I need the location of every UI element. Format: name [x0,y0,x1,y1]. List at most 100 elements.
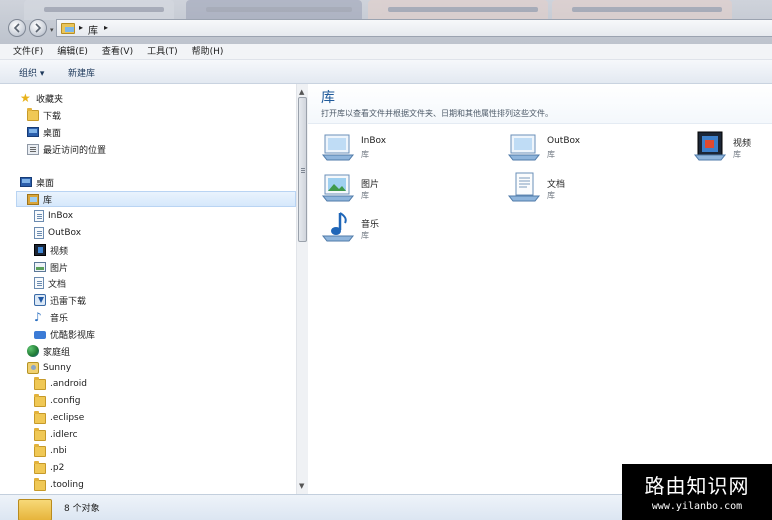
library-item-inbox[interactable]: InBox 库 [321,129,501,165]
nav-lib-music[interactable]: ♪ 音乐 [34,309,68,325]
library-item-documents[interactable]: 文档 库 [507,170,687,206]
menu-tools[interactable]: 工具(T) [147,44,178,59]
nav-folder-idlerc[interactable]: .idlerc [34,427,78,443]
folder-icon [34,376,46,390]
background-tab [368,0,548,20]
nav-lib-youku[interactable]: 优酷影视库 [34,326,95,342]
download-icon [34,294,46,306]
arrow-right-icon [35,23,42,33]
library-item-name: OutBox [547,136,581,146]
background-tab [24,0,174,20]
library-item-kind: 库 [361,150,369,159]
nav-downloads[interactable]: 下载 [27,107,61,123]
nav-lib-videos[interactable]: 视频 [34,242,68,258]
menu-help[interactable]: 帮助(H) [192,44,224,59]
nav-fav-desktop[interactable]: 桌面 [27,124,61,140]
folder-icon [34,477,46,491]
nav-desktop[interactable]: 桌面 [20,174,54,190]
library-item-kind: 库 [361,191,369,200]
nav-folder-android[interactable]: .android [34,376,87,392]
watermark-title: 路由知识网 [644,474,750,498]
navigation-pane: ★ 收藏夹 下载 桌面 最近访问的位置 桌面 库 InBox OutBox 视频 … [0,84,296,494]
nav-lib-documents[interactable]: 文档 [34,275,66,291]
folder-icon [34,443,46,457]
breadcrumb-arrow-icon[interactable]: ▸ [79,23,83,32]
nav-user-sunny[interactable]: Sunny [27,360,71,376]
breadcrumb-arrow-icon[interactable]: ▸ [104,23,108,32]
desktop-icon [27,127,39,137]
arrow-left-icon [13,23,20,33]
library-item-videos[interactable]: 视频 库 [693,129,772,165]
nav-label: .config [50,396,81,406]
nav-label: 文档 [48,279,67,290]
nav-label: 桌面 [36,178,55,189]
scrollbar-thumb[interactable] [298,97,307,242]
nav-folder-eclipse[interactable]: .eclipse [34,410,84,426]
nav-folder-nbi[interactable]: .nbi [34,443,67,459]
nav-lib-thunder-downloads[interactable]: 迅雷下载 [34,292,86,308]
nav-homegroup[interactable]: 家庭组 [27,343,70,359]
library-item-name: 文档 [547,180,566,190]
scroll-up-icon[interactable]: ▲ [299,88,304,96]
nav-lib-outbox[interactable]: OutBox [34,225,81,241]
library-icon [27,193,39,205]
music-note-icon: ♪ [34,310,42,324]
breadcrumb-library[interactable]: 库 [88,22,98,37]
object-count: 8 个对象 [64,504,100,514]
library-item-kind: 库 [361,231,369,240]
nav-label: 音乐 [50,313,69,324]
menu-file[interactable]: 文件(F) [13,44,43,59]
nav-recent-places[interactable]: 最近访问的位置 [27,141,106,157]
nav-label: .tooling [50,480,84,490]
new-library-button[interactable]: 新建库 [68,66,95,79]
address-bar[interactable]: ▸ 库 ▸ [56,19,772,37]
nav-favorites[interactable]: ★ 收藏夹 [20,90,63,106]
folder-icon [34,460,46,474]
nav-folder-tooling[interactable]: .tooling [34,477,84,493]
library-header: 库 打开库以查看文件并根据文件夹、日期和其他属性排列这些文件。 [308,84,772,124]
organize-button[interactable]: 组织 ▾ [19,66,44,79]
library-item-kind: 库 [733,150,741,159]
nav-label: 库 [43,195,53,206]
nav-label: OutBox [48,228,82,238]
nav-folder-p2[interactable]: .p2 [34,460,64,476]
library-item-pictures[interactable]: 图片 库 [321,170,501,206]
grip-icon [301,168,305,169]
nav-libraries[interactable]: 库 [16,191,296,207]
nav-label: 家庭组 [43,347,71,358]
nav-label: .eclipse [50,413,85,423]
menu-bar: 文件(F) 编辑(E) 查看(V) 工具(T) 帮助(H) [0,44,772,60]
command-bar: 组织 ▾ 新建库 [0,60,772,84]
user-folder-icon [27,362,39,374]
nav-lib-inbox[interactable]: InBox [34,208,73,224]
library-item-kind: 库 [547,150,555,159]
background-tab [186,0,362,20]
back-button[interactable] [8,19,26,37]
menu-edit[interactable]: 编辑(E) [57,44,88,59]
nav-label: .idlerc [50,430,78,440]
nav-folder-config[interactable]: .config [34,393,80,409]
homegroup-icon [27,345,39,357]
library-item-name: 视频 [733,139,752,149]
nav-label: 视频 [50,246,69,257]
library-item-outbox[interactable]: OutBox 库 [507,129,687,165]
library-folder-icon [61,23,75,34]
recent-pages-dropdown[interactable]: ▾ [50,26,54,34]
video-icon [34,244,46,256]
page-title: 库 [321,90,335,106]
forward-button[interactable] [29,19,47,37]
nav-label: .nbi [50,446,67,456]
pictures-library-icon [321,174,355,202]
nav-label: .android [50,379,88,389]
navigation-scrollbar[interactable]: ▲ ▼ [296,84,308,494]
library-item-music[interactable]: 音乐 库 [321,210,501,246]
folder-icon [34,393,46,407]
youku-library-icon [34,331,46,339]
library-doc-icon [34,227,44,239]
scroll-down-icon[interactable]: ▼ [299,482,304,490]
menu-view[interactable]: 查看(V) [102,44,133,59]
watermark: 路由知识网 www.yilanbo.com [622,464,772,520]
nav-label: Sunny [43,363,72,373]
nav-lib-pictures[interactable]: 图片 [34,259,68,275]
nav-label: .p2 [50,463,65,473]
